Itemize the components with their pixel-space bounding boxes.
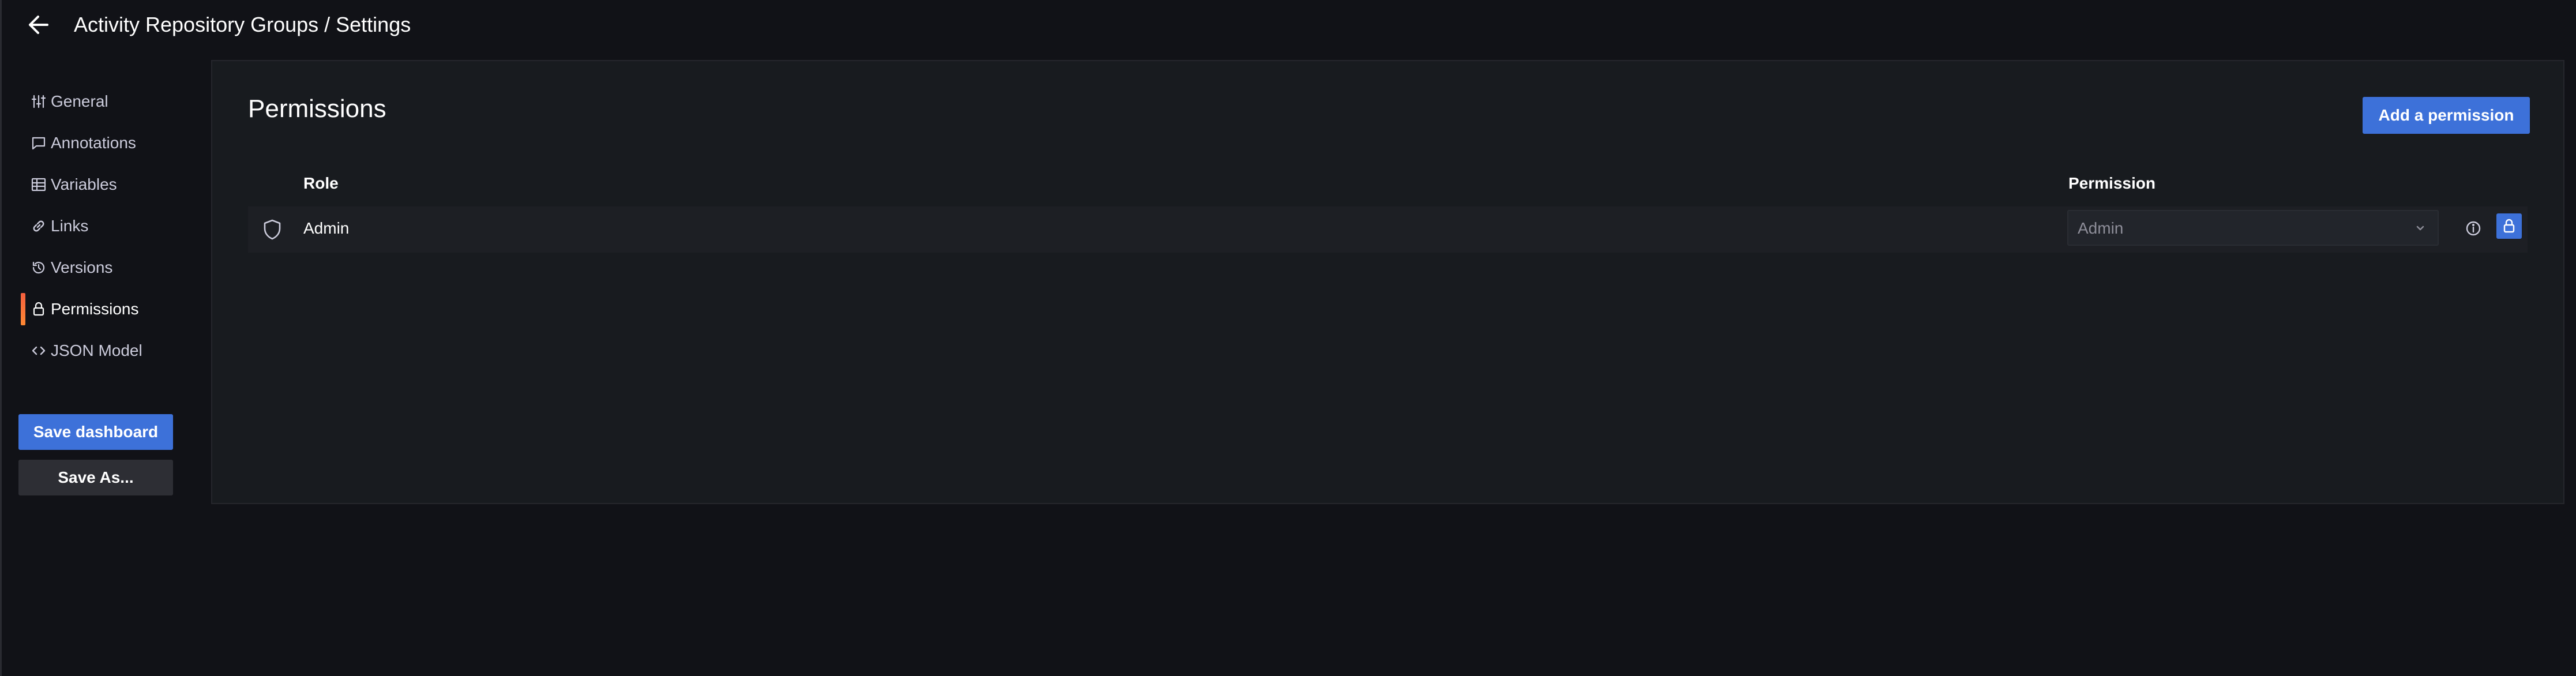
comment-icon [30,134,47,152]
lock-icon [2503,219,2515,233]
page-title: Activity Repository Groups / Settings [74,13,411,36]
add-permission-button[interactable]: Add a permission [2363,97,2530,134]
save-dashboard-button[interactable]: Save dashboard [18,414,173,450]
back-button[interactable] [23,10,53,39]
settings-sidebar: General Annotations Variables Links Vers… [17,81,185,371]
role-name: Admin [303,219,350,237]
permission-select-value: Admin [2078,219,2124,237]
sidebar-item-label: Versions [51,258,113,276]
lock-icon [30,301,47,318]
permissions-panel: Permissions Add a permission Role Permis… [211,60,2564,504]
history-icon [30,259,47,276]
top-bar: Activity Repository Groups / Settings [0,0,2576,50]
sidebar-item-label: General [51,92,108,110]
column-header-permission: Permission [2068,174,2156,192]
shield-icon [261,218,284,241]
sidebar-item-links[interactable]: Links [17,205,185,247]
permission-select[interactable]: Admin [2067,210,2439,246]
sidebar-item-label: Permissions [51,300,139,318]
table-row: Admin Admin [248,206,2528,253]
variables-grid-icon [30,176,47,193]
column-header-role: Role [303,174,339,192]
code-icon [30,342,47,359]
sidebar-item-label: Variables [51,175,117,193]
sidebar-item-label: Annotations [51,134,136,152]
window-edge [0,0,2,676]
save-as-button[interactable]: Save As... [18,460,173,495]
arrow-left-icon [29,16,48,34]
link-icon [30,217,47,235]
sidebar-item-label: Links [51,217,89,235]
sidebar-item-variables[interactable]: Variables [17,164,185,205]
sidebar-item-label: JSON Model [51,341,142,359]
panel-title: Permissions [248,95,386,123]
sidebar-item-json-model[interactable]: JSON Model [17,330,185,371]
sidebar-item-annotations[interactable]: Annotations [17,122,185,164]
info-icon[interactable] [2462,217,2485,240]
sidebar-item-versions[interactable]: Versions [17,247,185,288]
sidebar-item-general[interactable]: General [17,81,185,122]
sidebar-item-permissions[interactable]: Permissions [17,288,185,330]
chevron-down-icon [2413,221,2427,235]
sliders-icon [30,93,47,110]
locked-permission-badge [2496,213,2522,239]
